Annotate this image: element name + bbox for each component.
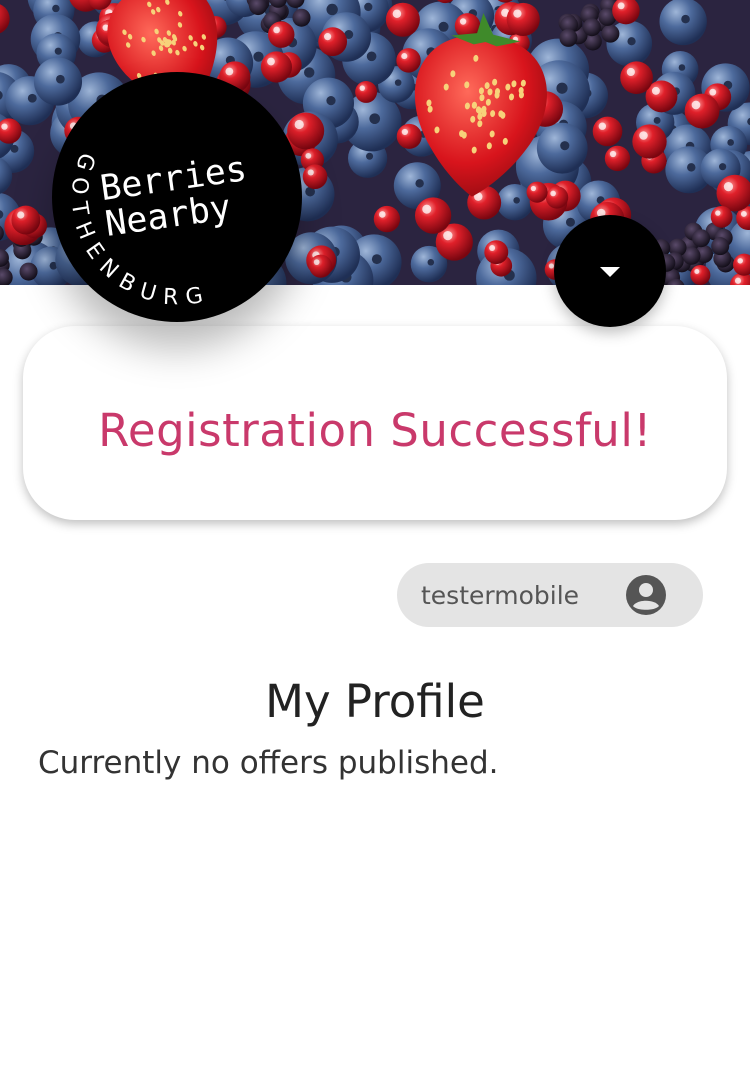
caret-down-icon (600, 267, 620, 277)
registration-success-message: Registration Successful! (98, 403, 652, 457)
username-label: testermobile (421, 580, 580, 610)
notification-card: Registration Successful! (23, 326, 727, 520)
user-account-chip[interactable]: testermobile (397, 563, 703, 627)
menu-dropdown-button[interactable] (554, 215, 666, 327)
berries-nearby-logo[interactable]: GOTHENBURG Berries Nearby (52, 72, 302, 322)
page-title: My Profile (265, 675, 485, 728)
empty-offers-message: Currently no offers published. (38, 745, 499, 781)
account-circle-icon (626, 575, 666, 615)
